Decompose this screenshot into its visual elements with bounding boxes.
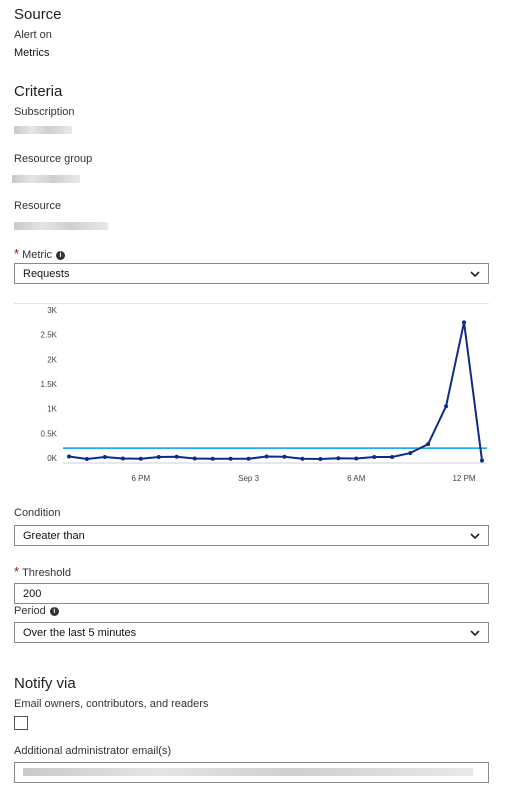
resource-label: Resource xyxy=(14,200,62,212)
chevron-down-icon xyxy=(470,533,480,540)
y-tick-label: 0K xyxy=(47,454,57,463)
data-point xyxy=(480,458,484,463)
admin-email-label: Additional administrator email(s) xyxy=(14,745,172,757)
chevron-down-icon xyxy=(470,271,480,278)
x-tick-label: 12 PM xyxy=(452,474,475,483)
data-point xyxy=(390,455,395,460)
data-point xyxy=(264,454,269,459)
y-tick-label: 2K xyxy=(47,355,57,364)
criteria-title: Criteria xyxy=(14,83,63,100)
data-point xyxy=(354,456,359,461)
y-tick-label: 1K xyxy=(47,405,57,414)
data-point xyxy=(444,404,449,409)
x-tick-label: 6 AM xyxy=(347,474,366,483)
metric-dropdown[interactable]: Requests xyxy=(14,263,489,284)
metric-label-row: * Metric i xyxy=(14,246,66,261)
email-owners-label: Email owners, contributors, and readers xyxy=(14,698,209,710)
chevron-down-icon xyxy=(470,630,480,637)
data-point xyxy=(246,456,251,461)
resource-value-redacted xyxy=(14,222,108,230)
condition-label: Condition xyxy=(14,507,61,519)
data-point xyxy=(156,455,161,460)
metric-label: Metric xyxy=(22,249,53,261)
data-point xyxy=(282,454,287,459)
info-icon[interactable]: i xyxy=(56,251,66,260)
email-owners-checkbox[interactable] xyxy=(14,716,28,730)
threshold-label-row: * Threshold xyxy=(14,564,71,579)
alert-on-value: Metrics xyxy=(14,47,50,59)
data-point xyxy=(138,456,143,461)
data-point xyxy=(300,456,305,461)
data-point xyxy=(318,456,323,461)
required-marker: * xyxy=(14,564,20,579)
period-dropdown-value: Over the last 5 minutes xyxy=(23,627,137,639)
required-marker: * xyxy=(14,246,20,261)
threshold-label: Threshold xyxy=(22,567,71,579)
admin-email-value-redacted xyxy=(23,768,473,776)
data-point xyxy=(67,454,71,459)
data-point xyxy=(408,451,413,456)
data-point xyxy=(426,442,431,447)
y-tick-label: 0.5K xyxy=(41,429,58,438)
metric-chart: 3K 2.5K 2K 1.5K 1K 0.5K 0K 6 PM Sep 3 6 AM 12 PM xyxy=(41,306,487,483)
data-point xyxy=(372,455,377,460)
series-line xyxy=(68,322,483,461)
data-point xyxy=(192,456,197,461)
condition-dropdown[interactable]: Greater than xyxy=(14,525,489,546)
x-tick-label: Sep 3 xyxy=(238,474,259,483)
source-title: Source xyxy=(14,6,62,23)
y-tick-label: 3K xyxy=(47,306,57,315)
data-point xyxy=(336,456,341,461)
period-label: Period xyxy=(14,605,46,617)
period-label-row: Period i xyxy=(14,605,59,617)
x-tick-label: 6 PM xyxy=(131,474,150,483)
info-icon[interactable]: i xyxy=(49,607,59,616)
data-point xyxy=(210,456,215,461)
y-tick-label: 1.5K xyxy=(41,380,58,389)
y-tick-label: 2.5K xyxy=(41,331,58,340)
threshold-input[interactable]: 200 xyxy=(14,583,489,604)
subscription-label: Subscription xyxy=(14,106,75,118)
period-dropdown[interactable]: Over the last 5 minutes xyxy=(14,622,489,643)
subscription-value-redacted xyxy=(14,126,72,134)
data-point xyxy=(462,320,467,325)
data-point xyxy=(228,456,233,461)
data-point xyxy=(102,455,107,460)
resource-group-label: Resource group xyxy=(14,153,93,165)
resource-group-value-redacted xyxy=(12,175,80,183)
data-point xyxy=(120,456,125,461)
data-point xyxy=(84,456,89,461)
admin-email-input[interactable] xyxy=(14,762,489,783)
data-point xyxy=(174,454,179,459)
alert-on-label: Alert on xyxy=(14,29,52,41)
notify-title: Notify via xyxy=(14,675,76,692)
metric-dropdown-value: Requests xyxy=(23,268,70,280)
condition-dropdown-value: Greater than xyxy=(23,530,85,542)
